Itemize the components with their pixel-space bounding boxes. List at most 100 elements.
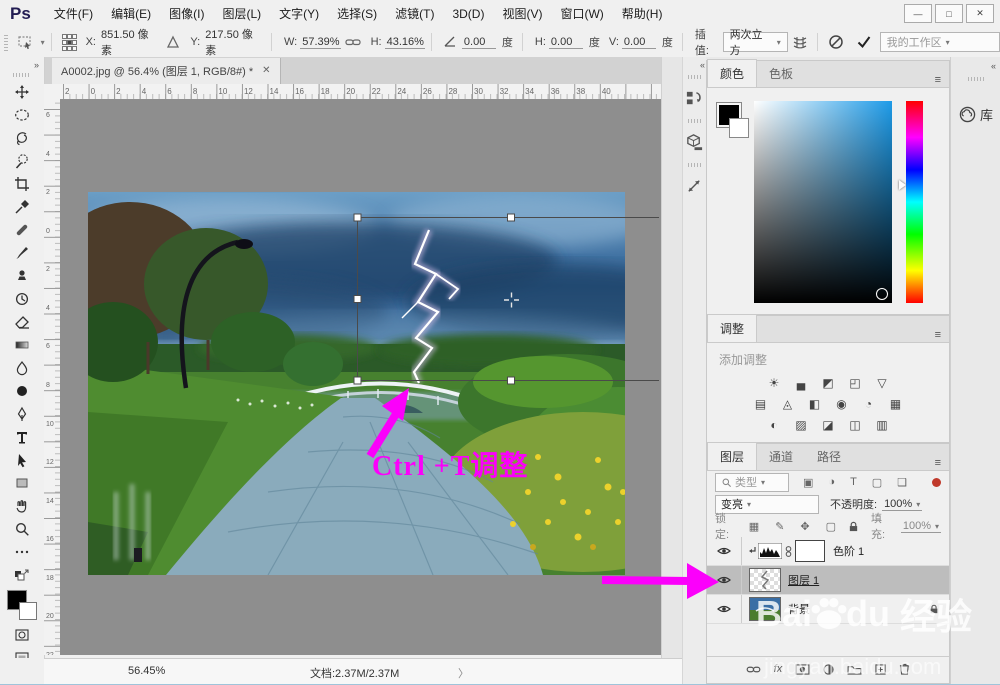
brightness-contrast-icon[interactable]: ☀ — [765, 376, 783, 391]
minimize-button[interactable]: — — [904, 4, 932, 23]
levels-icon[interactable]: ▄ — [792, 376, 810, 391]
angle-value[interactable]: 0.00 — [461, 36, 496, 49]
photo-filter-icon[interactable]: ◉ — [833, 397, 851, 412]
color-field[interactable] — [754, 101, 892, 303]
layer-row-layer1[interactable]: 图层 1 — [707, 566, 949, 595]
filter-shape-layers-icon[interactable]: ▢ — [872, 476, 882, 489]
color-lookup-icon[interactable]: ▦ — [887, 397, 905, 412]
foreground-background-swatches[interactable] — [6, 589, 37, 620]
libraries-panel-button[interactable]: 库 — [951, 105, 1000, 124]
close-button[interactable]: ✕ — [966, 4, 994, 23]
hue-saturation-icon[interactable]: ▤ — [752, 397, 770, 412]
delta-icon[interactable] — [161, 31, 185, 53]
background-color[interactable] — [19, 602, 37, 620]
mask-link-icon[interactable] — [785, 545, 792, 558]
add-mask-icon[interactable] — [795, 663, 810, 675]
exposure-icon[interactable]: ◰ — [846, 376, 864, 391]
photo-document[interactable] — [88, 192, 625, 575]
cancel-transform-icon[interactable] — [824, 31, 848, 53]
menu-item[interactable]: 图层(L) — [213, 5, 270, 22]
vskew-value[interactable]: 0.00 — [621, 36, 656, 49]
dodge-tool[interactable] — [10, 380, 34, 402]
panel-menu-icon[interactable]: ≡ — [935, 330, 941, 341]
new-adjustment-icon[interactable] — [823, 663, 834, 675]
top-ruler[interactable]: 2 0 2 4 6 8 10 12 14 16 18 20 22 24 26 28 30 32 34 36 38 40 — [60, 84, 661, 100]
document-tab[interactable]: A0002.jpg @ 56.4% (图层 1, RGB/8#) * ✕ — [52, 57, 281, 84]
hue-slider-handle[interactable] — [899, 180, 906, 190]
marquee-tool[interactable] — [10, 104, 34, 126]
maximize-button[interactable]: □ — [935, 4, 963, 23]
filter-pixel-layers-icon[interactable]: ▣ — [803, 476, 813, 489]
black-white-icon[interactable]: ◧ — [806, 397, 824, 412]
history-brush-tool[interactable] — [10, 288, 34, 310]
tab-paths[interactable]: 路径 — [805, 443, 853, 470]
menu-item[interactable]: 编辑(E) — [102, 5, 160, 22]
quick-select-tool[interactable] — [10, 150, 34, 172]
invert-icon[interactable]: ◐ — [765, 418, 783, 433]
menu-item[interactable]: 视图(V) — [493, 5, 551, 22]
menu-item[interactable]: 选择(S) — [328, 5, 386, 22]
clone-stamp-tool[interactable] — [10, 265, 34, 287]
threshold-icon[interactable]: ◪ — [819, 418, 837, 433]
filter-smart-objects-icon[interactable]: ❑ — [897, 476, 907, 489]
menu-item[interactable]: 滤镜(T) — [386, 5, 443, 22]
h-value[interactable]: 43.16% — [384, 36, 426, 49]
menu-item[interactable]: 文字(Y) — [270, 5, 328, 22]
gradient-map-icon[interactable]: ▥ — [873, 418, 891, 433]
zoom-tool[interactable] — [10, 518, 34, 540]
panel-menu-icon[interactable]: ≡ — [935, 75, 941, 86]
path-select-tool[interactable] — [10, 449, 34, 471]
eraser-tool[interactable] — [10, 311, 34, 333]
status-chevron-icon[interactable]: 〉 — [458, 665, 469, 681]
blur-tool[interactable] — [10, 357, 34, 379]
vibrance-icon[interactable]: ▽ — [873, 376, 891, 391]
visibility-eye-icon[interactable] — [707, 566, 742, 594]
new-layer-icon[interactable] — [875, 663, 886, 675]
lock-paint-icon[interactable]: ✎ — [775, 520, 784, 533]
menu-item[interactable]: 文件(F) — [45, 5, 102, 22]
brush-tool[interactable] — [10, 242, 34, 264]
filter-adjustment-layers-icon[interactable]: ◑ — [828, 476, 835, 489]
crop-tool[interactable] — [10, 173, 34, 195]
pen-tool[interactable] — [10, 403, 34, 425]
layer-filter-select[interactable]: 类型 — [715, 472, 789, 492]
tab-color[interactable]: 颜色 — [707, 59, 758, 87]
expand-dock-icon[interactable]: « — [683, 57, 707, 70]
tab-channels[interactable]: 通道 — [757, 443, 805, 470]
menu-item[interactable]: 帮助(H) — [613, 5, 672, 22]
panel-menu-icon[interactable]: ≡ — [935, 458, 941, 469]
hue-slider-bar[interactable] — [899, 101, 923, 303]
more-tools-icon[interactable] — [10, 541, 34, 563]
tab-swatches[interactable]: 色板 — [757, 60, 805, 87]
visibility-eye-icon[interactable] — [707, 537, 742, 565]
link-dimensions-icon[interactable] — [341, 31, 365, 53]
left-ruler[interactable]: 64202468101214161820222426283032 — [44, 99, 61, 655]
link-layers-icon[interactable] — [746, 665, 761, 674]
history-icon[interactable] — [683, 85, 705, 111]
y-value[interactable]: 217.50 像素 — [203, 26, 265, 59]
x-value[interactable]: 851.50 像素 — [98, 26, 161, 59]
info-icon[interactable] — [683, 173, 705, 199]
workspace-select[interactable]: 我的工作区 — [879, 32, 1000, 52]
type-tool[interactable] — [10, 426, 34, 448]
layer-row-levels[interactable]: 色阶 1 — [707, 537, 949, 566]
menu-item[interactable]: 3D(D) — [443, 7, 493, 21]
tab-close-icon[interactable]: ✕ — [262, 65, 270, 76]
layer-name[interactable]: 背景 — [788, 601, 810, 617]
quick-mask-button[interactable] — [10, 624, 34, 646]
w-value[interactable]: 57.39% — [300, 36, 341, 49]
posterize-icon[interactable]: ▨ — [792, 418, 810, 433]
selective-color-icon[interactable]: ◫ — [846, 418, 864, 433]
lasso-tool[interactable] — [10, 127, 34, 149]
layer-thumbnail[interactable] — [749, 568, 781, 592]
layer-style-icon[interactable]: fx — [774, 663, 783, 675]
expand-libraries-icon[interactable]: « — [951, 57, 1000, 71]
warp-mode-icon[interactable] — [788, 31, 812, 53]
background-thumbnail[interactable] — [749, 597, 781, 621]
interpolation-select[interactable]: 两次立方 — [722, 29, 788, 57]
color-balance-icon[interactable]: ◬ — [779, 397, 797, 412]
libraries-label[interactable]: 库 — [980, 105, 993, 124]
visibility-eye-icon[interactable] — [707, 595, 742, 623]
properties-icon[interactable] — [683, 129, 705, 155]
swap-colors-icon[interactable] — [10, 564, 34, 586]
